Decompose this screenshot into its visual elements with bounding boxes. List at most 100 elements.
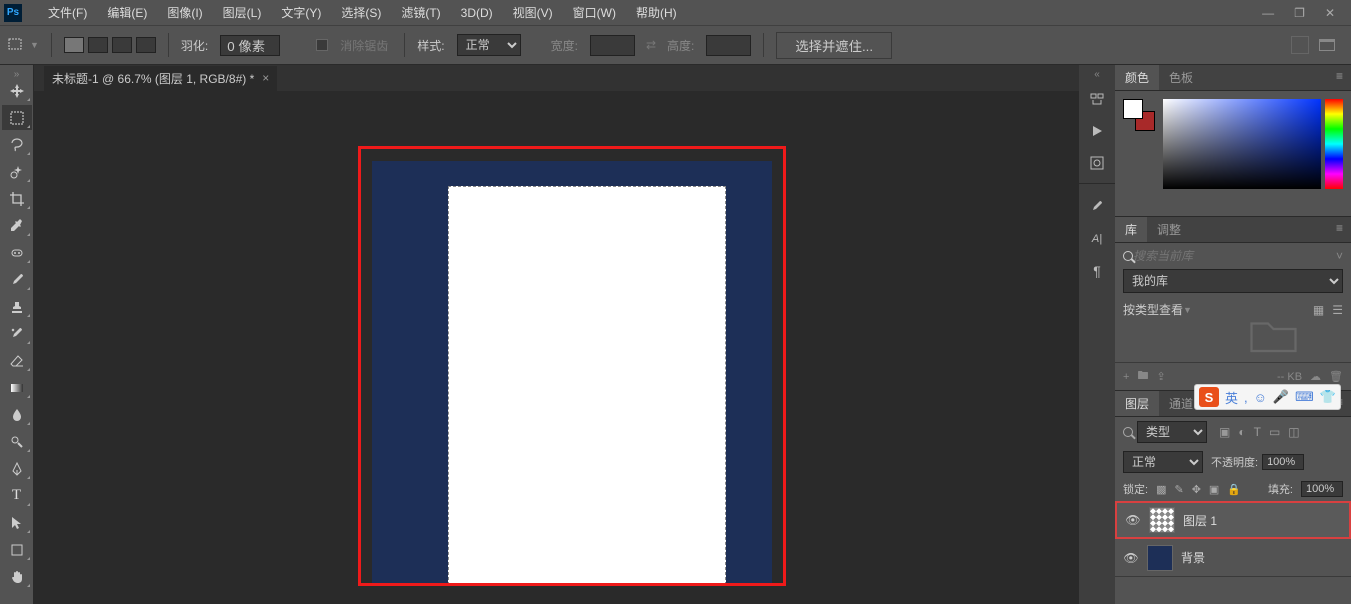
close-icon[interactable]: ✕ [1325,6,1335,20]
filter-smart-icon[interactable]: ◫ [1288,425,1299,439]
dodge-tool[interactable] [2,429,32,454]
layer-thumbnail[interactable] [1149,507,1175,533]
swatches-tab[interactable]: 色板 [1159,65,1203,90]
layer-name[interactable]: 图层 1 [1183,512,1341,529]
cloud-icon[interactable]: ☁ [1310,370,1321,383]
opacity-input[interactable] [1262,454,1304,470]
actions-panel-icon[interactable] [1079,115,1115,147]
select-and-mask-button[interactable]: 选择并遮住... [776,32,892,59]
gradient-tool[interactable] [2,375,32,400]
blur-tool[interactable] [2,402,32,427]
healing-tool[interactable] [2,240,32,265]
brush-tool[interactable] [2,267,32,292]
ime-keyboard-icon[interactable]: ⌨ [1295,389,1314,405]
eyedropper-tool[interactable] [2,213,32,238]
menu-layer[interactable]: 图层(L) [213,4,272,21]
menu-filter[interactable]: 滤镜(T) [391,4,450,21]
brushes-panel-icon[interactable] [1079,191,1115,223]
adjustments-tab[interactable]: 调整 [1147,217,1191,242]
selection-add-icon[interactable] [88,37,108,53]
lasso-tool[interactable] [2,132,32,157]
quickmask-icon[interactable] [1291,36,1309,54]
ime-lang[interactable]: 英 [1225,388,1238,407]
ime-mic-icon[interactable]: 🎤 [1273,389,1289,405]
filter-adjust-icon[interactable]: ◐ [1238,425,1245,439]
hand-tool[interactable] [2,564,32,589]
layer-name[interactable]: 背景 [1181,549,1343,566]
lock-transparent-icon[interactable]: ▩ [1156,483,1166,496]
visibility-toggle[interactable]: 👁 [1123,551,1139,565]
screenmode-icon[interactable] [1319,39,1335,51]
hue-slider[interactable] [1325,99,1343,189]
canvas-viewport[interactable] [34,91,1114,604]
menu-help[interactable]: 帮助(H) [626,4,687,21]
ime-punct[interactable]: , [1244,390,1248,405]
quick-select-tool[interactable] [2,159,32,184]
color-field[interactable] [1163,99,1321,189]
current-tool-preset[interactable]: ▼ [8,38,39,52]
foreground-color[interactable] [1123,99,1143,119]
tools-expand-handle[interactable]: » [0,69,33,77]
menu-view[interactable]: 视图(V) [503,4,563,21]
character-panel-icon[interactable]: ¶ [1079,255,1115,287]
marquee-tool[interactable] [2,105,32,130]
style-select[interactable]: 正常 [457,34,521,56]
libraries-tab[interactable]: 库 [1115,217,1147,242]
ime-emoji-icon[interactable]: ☺ [1254,390,1267,405]
view-by-type[interactable]: 按类型查看 [1123,301,1183,318]
lock-all-icon[interactable]: 🔒 [1227,483,1241,496]
visibility-toggle[interactable]: 👁 [1125,513,1141,527]
menu-window[interactable]: 窗口(W) [563,4,626,21]
filter-shape-icon[interactable]: ▭ [1269,425,1280,439]
selection-subtract-icon[interactable] [112,37,132,53]
color-panel-menu-icon[interactable]: ≡ [1328,65,1351,90]
menu-3d[interactable]: 3D(D) [451,6,503,20]
folder-icon[interactable]: 🖿 [1137,367,1148,386]
menu-type[interactable]: 文字(Y) [271,4,331,21]
crop-tool[interactable] [2,186,32,211]
lock-position-icon[interactable]: ✥ [1192,483,1201,496]
layer-row-bg[interactable]: 👁 背景 [1115,539,1351,577]
list-view-icon[interactable]: ☰ [1332,303,1343,317]
grid-view-icon[interactable]: ▦ [1313,303,1324,317]
search-dropdown-icon[interactable]: ˅ [1336,249,1343,263]
trash-icon[interactable]: 🗑 [1329,370,1343,383]
menu-select[interactable]: 选择(S) [331,4,391,21]
lock-artboard-icon[interactable]: ▣ [1209,483,1219,496]
history-brush-tool[interactable] [2,321,32,346]
selection-new-icon[interactable] [64,37,84,53]
styles-panel-icon[interactable]: A| [1079,223,1115,255]
menu-edit[interactable]: 编辑(E) [97,4,157,21]
feather-input[interactable] [220,35,280,56]
eraser-tool[interactable] [2,348,32,373]
minimize-icon[interactable]: — [1262,6,1274,20]
lib-panel-menu-icon[interactable]: ≡ [1328,217,1351,242]
tab-close-icon[interactable]: × [262,71,269,85]
ime-logo-icon[interactable]: S [1199,387,1219,407]
filter-type-icon[interactable]: T [1254,425,1261,439]
layer-filter-select[interactable]: 类型 [1137,421,1207,443]
pen-tool[interactable] [2,456,32,481]
maximize-icon[interactable]: ❐ [1294,6,1305,20]
library-search-input[interactable] [1133,249,1336,263]
filter-pixel-icon[interactable]: ▣ [1219,425,1230,439]
share-icon[interactable]: ⇪ [1156,370,1165,383]
properties-panel-icon[interactable] [1079,147,1115,179]
path-select-tool[interactable] [2,510,32,535]
layers-tab[interactable]: 图层 [1115,391,1159,416]
type-tool[interactable]: T [2,483,32,508]
add-icon[interactable]: + [1123,371,1129,383]
fill-input[interactable] [1301,481,1343,497]
strip-expand-handle[interactable]: « [1079,69,1115,83]
document-tab[interactable]: 未标题-1 @ 66.7% (图层 1, RGB/8#) * × [44,66,277,91]
move-tool[interactable] [2,78,32,103]
color-tab[interactable]: 颜色 [1115,65,1159,90]
library-select[interactable]: 我的库 [1123,269,1343,293]
stamp-tool[interactable] [2,294,32,319]
layer-thumbnail[interactable] [1147,545,1173,571]
blend-mode-select[interactable]: 正常 [1123,451,1203,473]
layer-row-1[interactable]: 👁 图层 1 [1115,501,1351,539]
menu-file[interactable]: 文件(F) [38,4,97,21]
history-panel-icon[interactable] [1079,83,1115,115]
selection-intersect-icon[interactable] [136,37,156,53]
